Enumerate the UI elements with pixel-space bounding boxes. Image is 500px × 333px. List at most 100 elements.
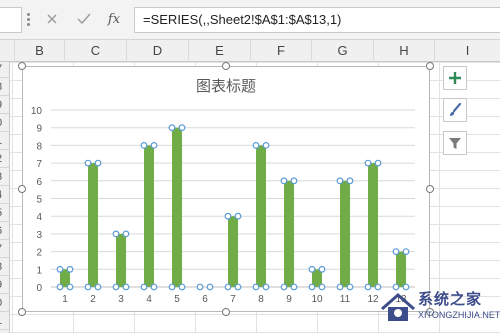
y-tick-label: 9	[36, 124, 42, 135]
row-header[interactable]: 4	[0, 186, 9, 204]
row-header[interactable]: 2	[0, 150, 9, 168]
selection-marker	[392, 248, 400, 256]
selection-marker	[252, 141, 260, 149]
chart-filters-button[interactable]	[443, 131, 467, 155]
row-header[interactable]: 1	[0, 312, 9, 330]
column-header-f[interactable]: F	[250, 40, 311, 62]
y-tick-label: 8	[36, 141, 42, 152]
confirm-button[interactable]	[74, 9, 94, 29]
row-header[interactable]: 8	[0, 78, 9, 96]
selection-marker	[66, 265, 74, 273]
bar[interactable]	[144, 145, 154, 287]
formula-input[interactable]: =SERIES(,,Sheet2!$A$1:$A$13,1)	[134, 7, 500, 33]
column-header-h[interactable]: H	[373, 40, 434, 62]
bar[interactable]	[228, 216, 238, 287]
resize-handle-left[interactable]	[18, 185, 26, 193]
x-tick-label: 2	[90, 294, 96, 305]
row-header[interactable]: 0	[0, 114, 9, 132]
row-header[interactable]: 7	[0, 62, 9, 78]
column-header-g[interactable]: G	[311, 40, 373, 62]
row-header[interactable]: 7	[0, 240, 9, 258]
y-tick-label: 6	[36, 177, 42, 188]
selection-marker	[364, 159, 372, 167]
selection-marker	[364, 283, 372, 291]
bar[interactable]	[88, 163, 98, 287]
selection-marker	[196, 283, 204, 291]
selection-marker	[94, 159, 102, 167]
selection-marker	[346, 283, 354, 291]
bar[interactable]	[172, 127, 182, 287]
column-header-i[interactable]: I	[434, 40, 500, 62]
x-tick-label: 8	[258, 294, 264, 305]
x-tick-label: 9	[286, 294, 292, 305]
formula-bar-grip-icon	[26, 12, 30, 28]
selection-marker	[224, 283, 232, 291]
row-header[interactable]: 6	[0, 222, 9, 240]
x-tick-label: 11	[340, 294, 351, 305]
row-header[interactable]: 9	[0, 96, 9, 114]
name-box[interactable]	[0, 7, 22, 33]
resize-handle-bottom-left[interactable]	[18, 308, 26, 316]
bar[interactable]	[340, 180, 350, 287]
x-tick-label: 7	[230, 294, 236, 305]
resize-handle-bottom[interactable]	[222, 308, 230, 316]
y-tick-label: 4	[36, 212, 42, 223]
selection-marker	[336, 283, 344, 291]
selection-marker	[84, 159, 92, 167]
y-tick-label: 7	[36, 159, 42, 170]
row-header[interactable]: 0	[0, 294, 9, 312]
selection-marker	[280, 177, 288, 185]
selection-marker	[308, 283, 316, 291]
resize-handle-top-right[interactable]	[426, 62, 434, 70]
chart-styles-button[interactable]	[443, 98, 467, 122]
plot-area[interactable]: 0123456789101 2 3 4 5 6 7 8 9 10 11 12 13	[23, 67, 431, 313]
selection-marker	[56, 265, 64, 273]
resize-handle-top-left[interactable]	[18, 62, 26, 70]
y-tick-label: 0	[36, 283, 42, 294]
column-header-e[interactable]: E	[188, 40, 250, 62]
selection-marker	[178, 124, 186, 132]
selection-marker	[234, 212, 242, 220]
selection-marker	[168, 124, 176, 132]
selection-marker	[178, 283, 186, 291]
selection-marker	[112, 230, 120, 238]
selection-marker	[94, 283, 102, 291]
y-tick-label: 2	[36, 248, 42, 259]
x-tick-label: 5	[174, 294, 180, 305]
column-header-b[interactable]: B	[14, 40, 64, 62]
selection-marker	[262, 141, 270, 149]
column-header-d[interactable]: D	[126, 40, 188, 62]
row-header[interactable]: 3	[0, 168, 9, 186]
selection-marker	[140, 283, 148, 291]
bar[interactable]	[284, 180, 294, 287]
selection-marker	[206, 283, 214, 291]
selection-marker	[150, 283, 158, 291]
selection-marker	[122, 283, 130, 291]
chart-elements-button[interactable]	[443, 66, 467, 90]
y-tick-label: 10	[31, 106, 43, 117]
selection-marker	[374, 159, 382, 167]
bar[interactable]	[116, 233, 126, 287]
cancel-button[interactable]	[42, 9, 62, 29]
selection-marker	[84, 283, 92, 291]
x-tick-label: 10	[311, 294, 323, 305]
row-header[interactable]: 9	[0, 276, 9, 294]
insert-function-button[interactable]: fx	[104, 9, 124, 29]
selection-marker	[262, 283, 270, 291]
selection-marker	[150, 141, 158, 149]
close-icon	[47, 14, 57, 24]
resize-handle-right[interactable]	[426, 185, 434, 193]
x-tick-label: 3	[118, 294, 124, 305]
selection-marker	[224, 212, 232, 220]
chart-area[interactable]: 图表标题 0 1 2 3 4 5 6 7 8 9 10 1 2 3 4 5 6 7 8 9 10 11 12 13	[22, 66, 430, 312]
bar[interactable]	[256, 145, 266, 287]
row-header[interactable]: 5	[0, 204, 9, 222]
selection-marker	[66, 283, 74, 291]
row-header[interactable]: 8	[0, 258, 9, 276]
selection-marker	[56, 283, 64, 291]
row-header[interactable]: 1	[0, 132, 9, 150]
bar[interactable]	[368, 163, 378, 287]
resize-handle-top[interactable]	[222, 62, 230, 70]
plus-icon	[449, 72, 461, 84]
column-header-c[interactable]: C	[64, 40, 126, 62]
